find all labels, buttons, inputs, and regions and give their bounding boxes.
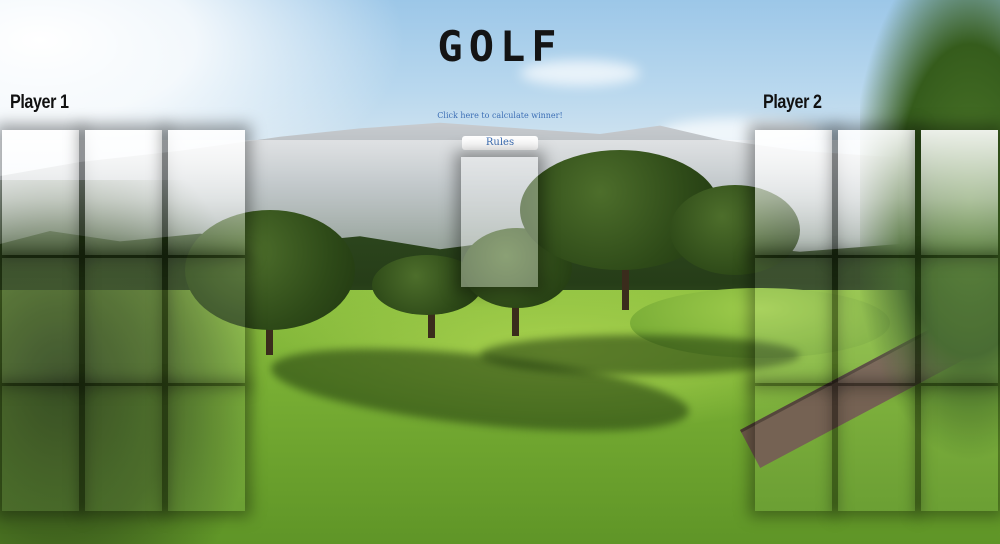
player-1-card-3[interactable] <box>168 130 245 255</box>
player-1-card-5[interactable] <box>85 258 162 383</box>
calculate-winner-link[interactable]: Click here to calculate winner! <box>0 111 1000 120</box>
player-2-card-9[interactable] <box>921 386 998 511</box>
player-2-card-4[interactable] <box>755 258 832 383</box>
player-1-card-9[interactable] <box>168 386 245 511</box>
player-2-card-7[interactable] <box>755 386 832 511</box>
player-1-card-8[interactable] <box>85 386 162 511</box>
draw-pile[interactable] <box>461 157 538 287</box>
game-title: GOLF <box>437 22 563 71</box>
player-1-card-7[interactable] <box>2 386 79 511</box>
player-2-card-8[interactable] <box>838 386 915 511</box>
player-2-card-1[interactable] <box>755 130 832 255</box>
player-2-card-6[interactable] <box>921 258 998 383</box>
player-2-card-3[interactable] <box>921 130 998 255</box>
player-1-card-6[interactable] <box>168 258 245 383</box>
rules-button[interactable]: Rules <box>462 136 538 150</box>
player-2-card-grid <box>755 130 998 511</box>
tree-shadow <box>480 335 800 375</box>
player-2-card-2[interactable] <box>838 130 915 255</box>
player-2-card-5[interactable] <box>838 258 915 383</box>
player-1-card-2[interactable] <box>85 130 162 255</box>
player-1-card-grid <box>2 130 245 511</box>
player-1-card-1[interactable] <box>2 130 79 255</box>
player-1-card-4[interactable] <box>2 258 79 383</box>
